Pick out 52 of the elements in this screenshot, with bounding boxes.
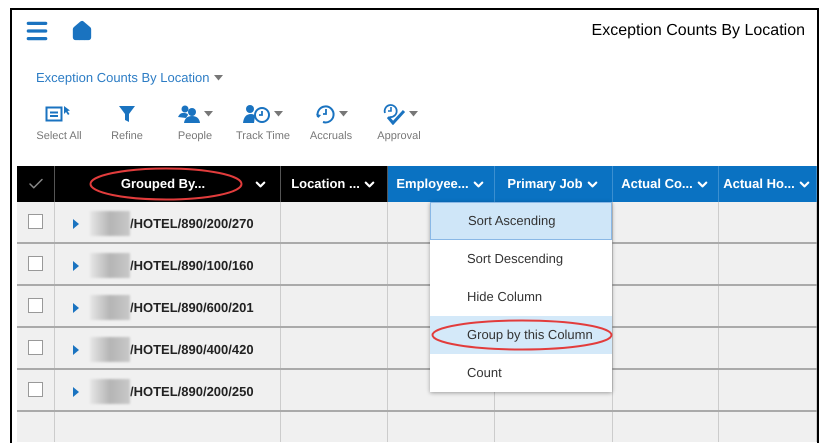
row-checkbox[interactable] bbox=[28, 256, 43, 271]
filter-icon bbox=[118, 104, 136, 124]
toolbar-button[interactable]: Select All bbox=[28, 102, 90, 144]
toolbar-label: Track Time bbox=[236, 128, 290, 144]
redaction-blur bbox=[90, 253, 130, 278]
group-name: /HOTEL/890/100/160 bbox=[130, 256, 254, 275]
toolbar-button[interactable]: Approval bbox=[368, 102, 430, 144]
redaction-blur bbox=[90, 211, 130, 236]
clock-cycle-icon bbox=[314, 102, 336, 124]
row-checkbox[interactable] bbox=[28, 340, 43, 355]
column-header[interactable]: Actual Ho... bbox=[719, 166, 817, 202]
expand-arrow-icon[interactable] bbox=[72, 302, 80, 312]
menu-item[interactable]: Group by this Column bbox=[430, 316, 612, 354]
row-checkbox[interactable] bbox=[28, 214, 43, 229]
group-name: /HOTEL/890/600/201 bbox=[130, 298, 254, 317]
people-icon bbox=[177, 104, 201, 124]
header-select-cell[interactable] bbox=[17, 166, 55, 202]
column-header[interactable]: Employee... bbox=[388, 166, 495, 202]
expand-arrow-icon[interactable] bbox=[72, 386, 80, 396]
menu-item[interactable]: Count bbox=[430, 354, 612, 392]
row-checkbox[interactable] bbox=[28, 298, 43, 313]
toolbar-button[interactable]: Refine bbox=[96, 102, 158, 144]
column-header[interactable]: Location ... bbox=[281, 166, 388, 202]
expand-arrow-icon[interactable] bbox=[72, 260, 80, 270]
group-name: /HOTEL/890/200/250 bbox=[130, 382, 254, 401]
column-header[interactable]: Grouped By... bbox=[55, 166, 281, 202]
column-header[interactable]: Actual Co... bbox=[613, 166, 719, 202]
redaction-blur bbox=[90, 337, 130, 362]
row-checkbox[interactable] bbox=[28, 382, 43, 397]
toolbar-button[interactable]: Track Time bbox=[232, 102, 294, 144]
person-clock-icon bbox=[243, 104, 271, 124]
expand-arrow-icon[interactable] bbox=[72, 218, 80, 228]
redaction-blur bbox=[90, 295, 130, 320]
toolbar-label: Approval bbox=[377, 128, 421, 144]
expand-arrow-icon[interactable] bbox=[72, 344, 80, 354]
toolbar-button[interactable]: Accruals bbox=[300, 102, 362, 144]
view-selector[interactable]: Exception Counts By Location bbox=[36, 68, 224, 88]
toolbar-label: Select All bbox=[36, 128, 82, 144]
menu-item[interactable]: Sort Ascending bbox=[430, 202, 612, 240]
column-header[interactable]: Primary Job bbox=[495, 166, 613, 202]
group-name: /HOTEL/890/400/420 bbox=[130, 340, 254, 359]
redaction-blur bbox=[90, 379, 130, 404]
menu-item[interactable]: Sort Descending bbox=[430, 240, 612, 278]
toolbar-button[interactable]: People bbox=[164, 102, 226, 144]
toolbar-label: Accruals bbox=[310, 128, 352, 144]
menu-item[interactable]: Hide Column bbox=[430, 278, 612, 316]
toolbar-label: People bbox=[178, 128, 212, 144]
caret-icon bbox=[214, 74, 224, 81]
page-title: Exception Counts By Location bbox=[592, 21, 805, 41]
group-name: /HOTEL/890/200/270 bbox=[130, 214, 254, 233]
toolbar-label: Refine bbox=[111, 128, 143, 144]
home-button[interactable] bbox=[71, 20, 93, 42]
